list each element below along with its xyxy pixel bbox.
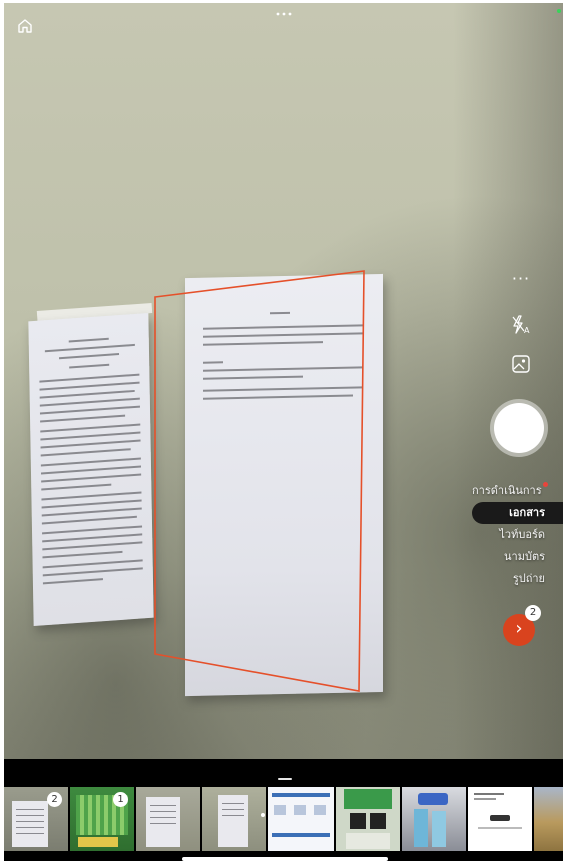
- detected-document: [185, 273, 383, 697]
- captured-count-badge: 2: [525, 605, 541, 621]
- thumbnail-item[interactable]: 2: [4, 787, 68, 851]
- mode-business-card[interactable]: นามบัตร: [472, 546, 563, 568]
- left-document: [28, 312, 154, 627]
- thumbnail-item[interactable]: [534, 787, 563, 851]
- options-more-button[interactable]: ···: [511, 271, 531, 293]
- shutter-button[interactable]: [494, 403, 544, 453]
- mode-photo[interactable]: รูปถ่าย: [472, 568, 563, 590]
- thumbnail-item[interactable]: [402, 787, 466, 851]
- mode-actions[interactable]: การดำเนินการ: [472, 480, 563, 502]
- thumbnail-item[interactable]: [268, 787, 334, 851]
- thumbnail-item[interactable]: [136, 787, 200, 851]
- home-icon[interactable]: [16, 17, 34, 35]
- thumbnail-item[interactable]: 1: [70, 787, 134, 851]
- image-import-icon[interactable]: [509, 352, 533, 376]
- thumbnail-item[interactable]: [202, 787, 266, 851]
- mode-whiteboard[interactable]: ไวท์บอร์ด: [472, 524, 563, 546]
- camera-active-indicator: [557, 9, 561, 13]
- more-horizontal-icon[interactable]: [274, 11, 294, 17]
- thumbnail-badge: 2: [47, 792, 62, 807]
- mode-document[interactable]: เอกสาร: [472, 502, 563, 524]
- chevron-right-icon: ›: [515, 618, 523, 639]
- home-indicator[interactable]: [182, 857, 388, 861]
- thumbnail-item[interactable]: [468, 787, 532, 851]
- capture-mode-picker: การดำเนินการ เอกสาร ไวท์บอร์ด นามบัตร รู…: [472, 480, 563, 590]
- thumbnail-badge: 1: [113, 792, 128, 807]
- thumbnail-strip: 2 1: [4, 787, 563, 851]
- thumbnail-tray: 2 1: [4, 759, 563, 861]
- flash-auto-icon[interactable]: A: [509, 313, 533, 337]
- thumbnail-item[interactable]: [336, 787, 400, 851]
- tray-handle[interactable]: [278, 778, 292, 780]
- camera-screen: ··· A การดำเนินการ เอกสาร ไวท์บอร์ด นามบ…: [4, 3, 563, 861]
- scrubber-dot: [261, 813, 265, 817]
- svg-text:A: A: [524, 326, 530, 335]
- camera-preview[interactable]: ··· A การดำเนินการ เอกสาร ไวท์บอร์ด นามบ…: [4, 3, 563, 759]
